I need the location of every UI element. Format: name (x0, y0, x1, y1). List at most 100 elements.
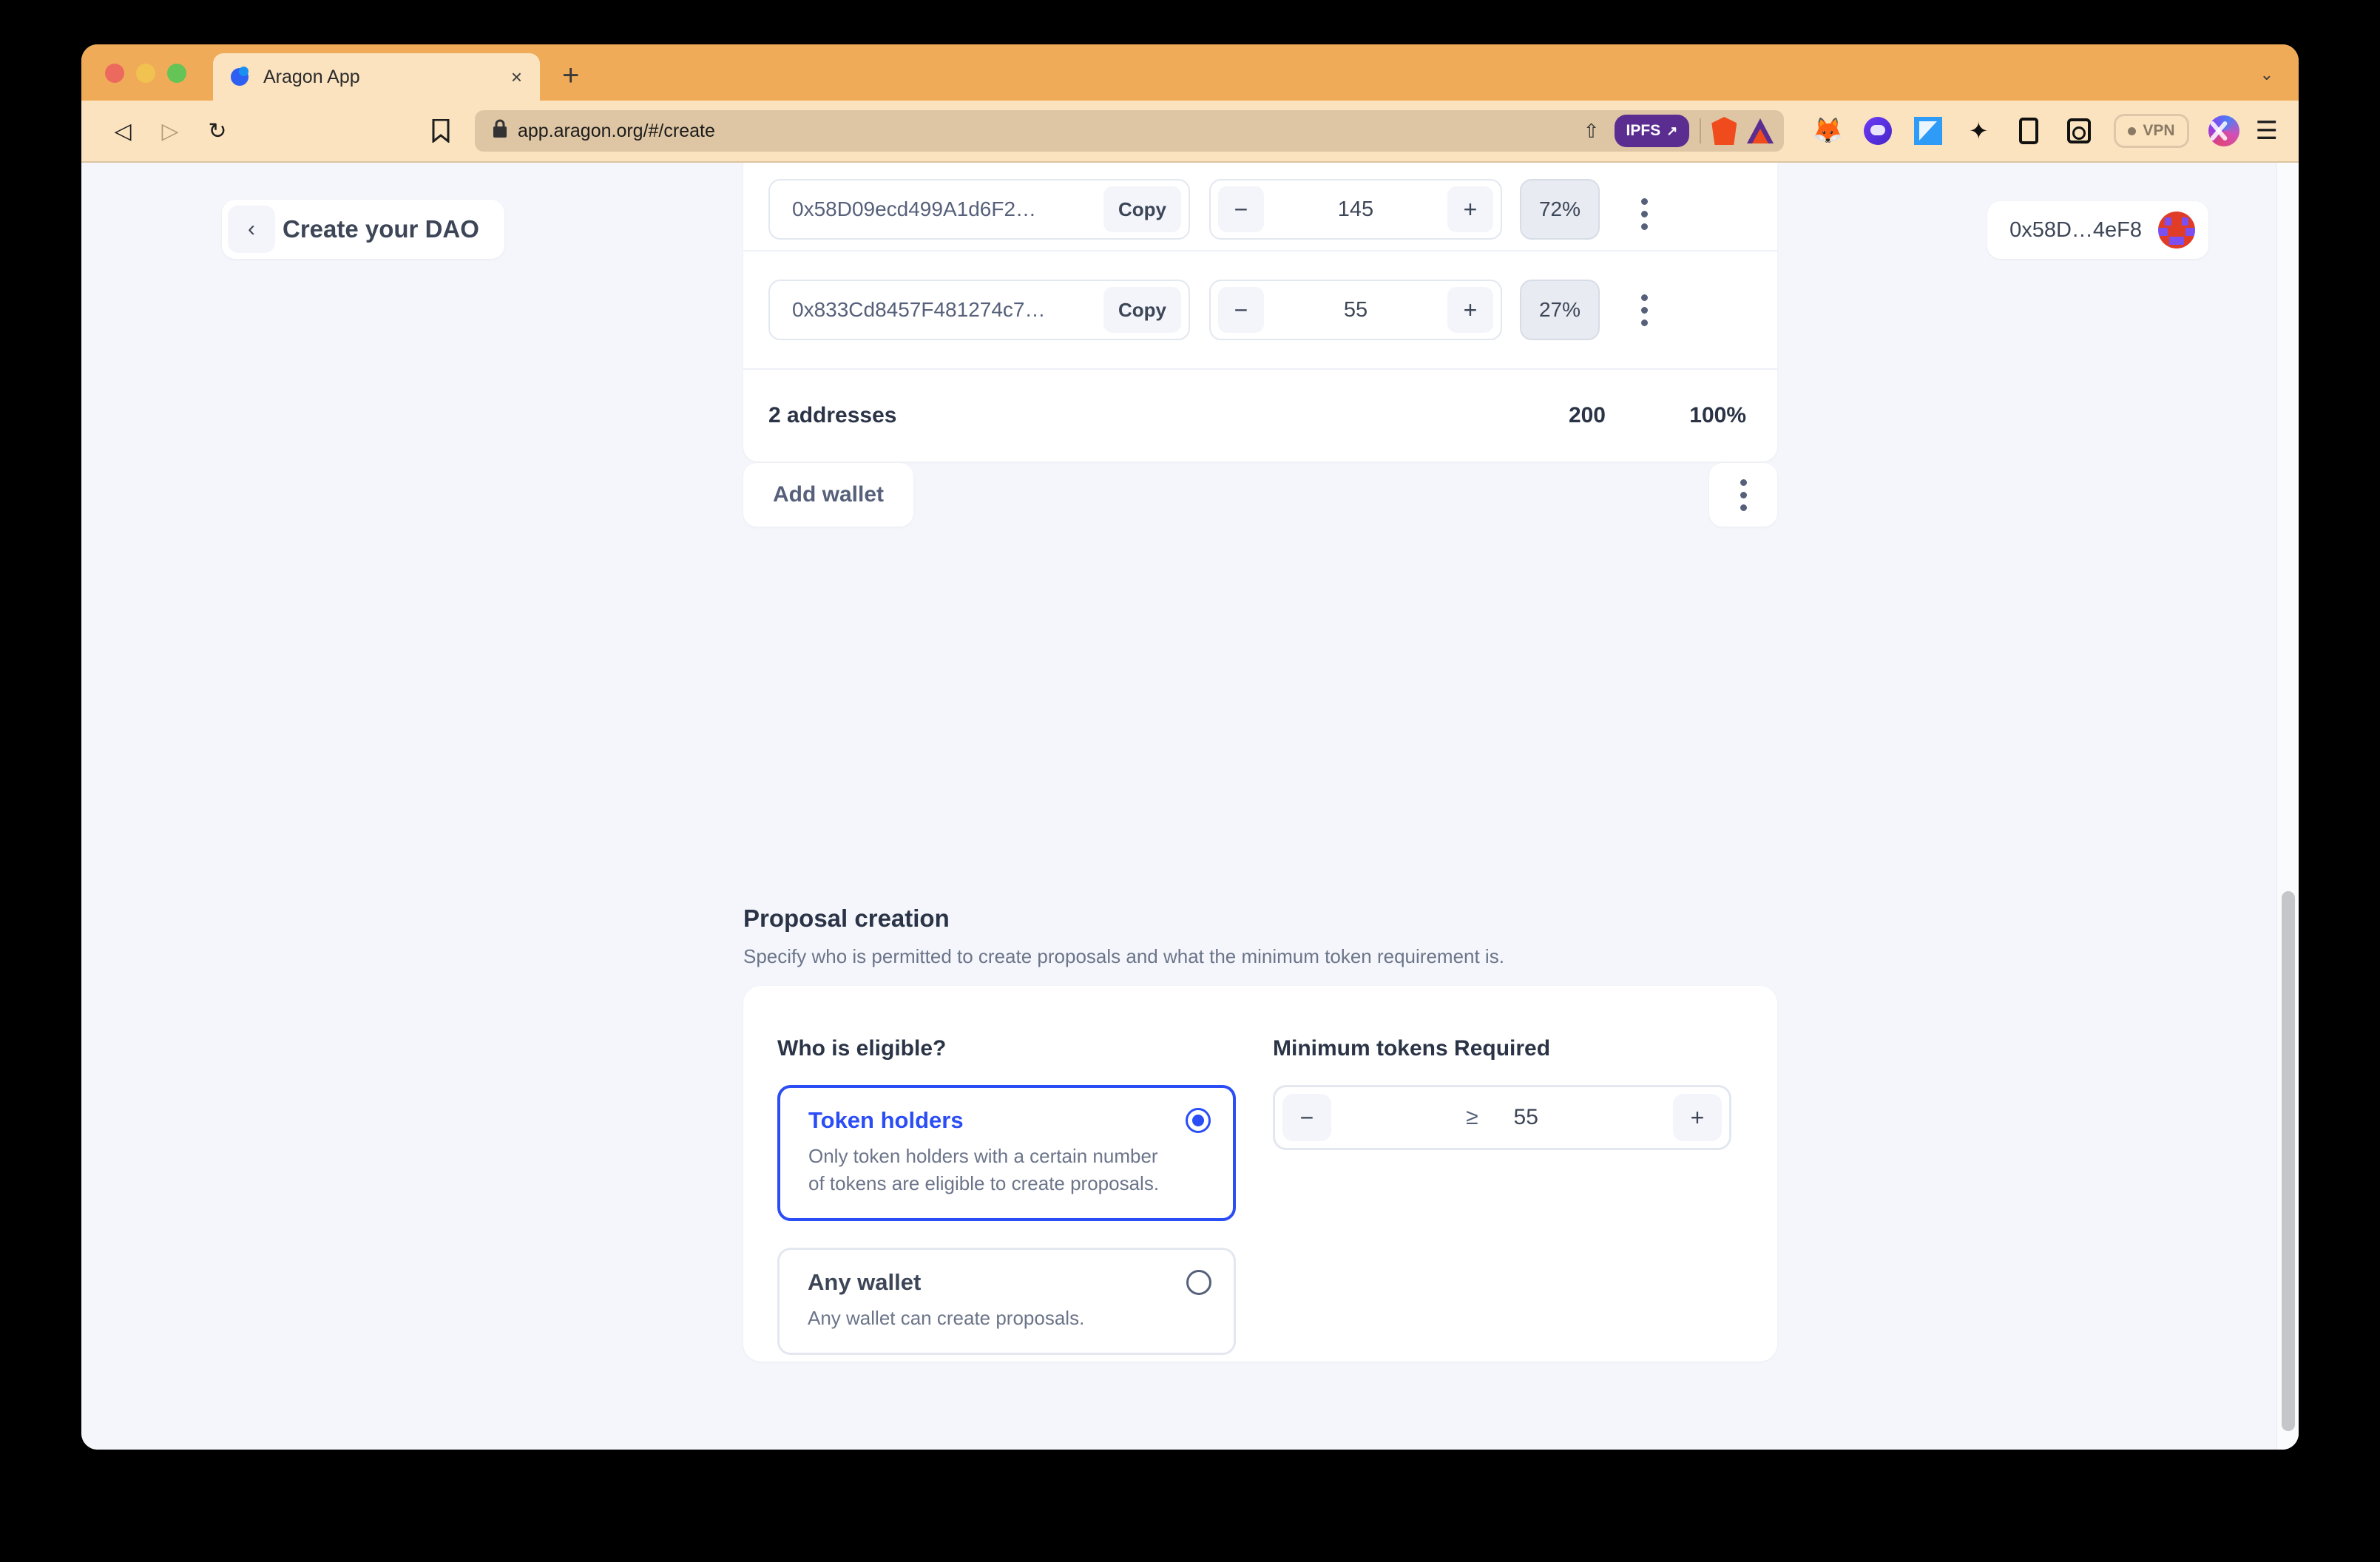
brave-shield-icon[interactable] (1711, 117, 1737, 145)
row-menu-icon[interactable] (1631, 284, 1657, 336)
minimum-tokens-value-group[interactable]: ≥ 55 (1331, 1105, 1673, 1130)
wallet-address-text: 0x58D09ecd499A1d6F2… (792, 197, 1037, 220)
close-window-button[interactable] (105, 64, 124, 83)
radio-selected-icon[interactable] (1186, 1108, 1211, 1133)
vpn-button[interactable]: VPN (2114, 114, 2189, 148)
token-percent-value: 72% (1520, 179, 1600, 240)
proposal-creation-subtitle: Specify who is permitted to create propo… (743, 945, 1504, 967)
token-amount-stepper: − 145 + (1209, 179, 1502, 240)
minimum-tokens-stepper: − ≥ 55 + (1273, 1085, 1731, 1150)
divider (1700, 118, 1702, 143)
address-bar[interactable]: app.aragon.org/#/create ⇧ IPFS ↗ (475, 110, 1785, 152)
page-viewport: ‹ Create your DAO 0x58D…4eF8 0x58D09ecd4… (81, 163, 2299, 1450)
token-amount-value[interactable]: 55 (1264, 298, 1447, 322)
greater-equal-icon: ≥ (1466, 1105, 1478, 1129)
wallet-address-field[interactable]: 0x58D09ecd499A1d6F2… Copy (768, 179, 1190, 240)
minimum-tokens-label: Minimum tokens Required (1273, 1036, 1551, 1061)
wallet-list-menu-icon[interactable] (1709, 463, 1777, 527)
lock-icon (493, 119, 507, 143)
browser-tabstrip: Aragon App × + ⌄ (81, 44, 2299, 101)
external-link-icon: ↗ (1666, 123, 1678, 138)
minimum-tokens-column: Minimum tokens Required − ≥ 55 + (1273, 1036, 1731, 1362)
add-wallet-row: Add wallet (743, 463, 1777, 527)
ipfs-label: IPFS (1626, 122, 1661, 139)
share-icon[interactable]: ⇧ (1579, 120, 1604, 143)
navigation-buttons: ◁ ▷ ↻ (102, 110, 238, 152)
option-any-wallet[interactable]: Any wallet Any wallet can create proposa… (777, 1247, 1236, 1355)
new-tab-button[interactable]: + (562, 61, 579, 90)
eligibility-column: Who is eligible? Token holders Only toke… (777, 1036, 1236, 1362)
decrement-button[interactable]: − (1282, 1094, 1331, 1141)
back-icon[interactable]: ◁ (102, 110, 143, 152)
reload-icon[interactable]: ↻ (197, 110, 238, 152)
table-row: 0x833Cd8457F481274c7… Copy − 55 + 27% (743, 250, 1777, 368)
page-scrollbar[interactable] (2276, 163, 2299, 1450)
browser-window: Aragon App × + ⌄ ◁ ▷ ↻ app.aragon.org/#/… (81, 44, 2299, 1450)
eligibility-label: Who is eligible? (777, 1036, 947, 1061)
option-header: Any wallet (808, 1269, 1211, 1296)
page-title: Create your DAO (283, 215, 479, 243)
token-percent-value: 27% (1520, 280, 1600, 340)
increment-button[interactable]: + (1447, 287, 1493, 333)
row-menu-icon[interactable] (1631, 188, 1657, 240)
sidepanel-icon[interactable] (2013, 115, 2044, 146)
radio-unselected-icon[interactable] (1186, 1269, 1211, 1295)
increment-button[interactable]: + (1673, 1094, 1722, 1141)
option-header: Token holders (808, 1107, 1211, 1134)
scrollbar-thumb[interactable] (2282, 891, 2295, 1431)
window-traffic-lights (105, 64, 186, 83)
metamask-icon[interactable]: 🦊 (1812, 115, 1843, 146)
extensions-puzzle-icon[interactable]: ✦ (1963, 115, 1994, 146)
wallet-card-icon[interactable] (2063, 115, 2095, 146)
ipfs-badge[interactable]: IPFS ↗ (1614, 115, 1690, 147)
browser-menu-icon[interactable]: ☰ (2256, 118, 2278, 143)
increment-button[interactable]: + (1447, 186, 1493, 232)
aragon-extension-icon[interactable] (1747, 118, 1774, 143)
wallet-address-field[interactable]: 0x833Cd8457F481274c7… Copy (768, 280, 1190, 340)
token-amount-stepper: − 55 + (1209, 280, 1502, 340)
vpn-label: VPN (2143, 122, 2175, 139)
decrement-button[interactable]: − (1218, 287, 1264, 333)
option-title: Token holders (808, 1107, 964, 1133)
forward-icon[interactable]: ▷ (149, 110, 191, 152)
option-token-holders[interactable]: Token holders Only token holders with a … (777, 1085, 1236, 1221)
page-header: ‹ Create your DAO (222, 200, 504, 259)
add-wallet-button[interactable]: Add wallet (743, 463, 914, 527)
close-tab-icon[interactable]: × (505, 64, 528, 89)
browser-toolbar: ◁ ▷ ↻ app.aragon.org/#/create ⇧ IPFS ↗ 🦊… (81, 101, 2299, 163)
tab-title: Aragon App (263, 66, 360, 87)
blue-app-icon[interactable] (1913, 115, 1944, 146)
vpn-status-dot (2128, 126, 2137, 135)
copy-address-button[interactable]: Copy (1103, 186, 1181, 232)
extension-icons: 🦊 ✦ VPN (1812, 114, 2239, 148)
url-text: app.aragon.org/#/create (518, 120, 715, 141)
aragon-logo-icon (229, 66, 251, 88)
browser-tab[interactable]: Aragon App × (213, 53, 540, 101)
profile-avatar[interactable] (2208, 115, 2239, 146)
address-bar-actions: ⇧ IPFS ↗ (1579, 115, 1774, 147)
decrement-button[interactable]: − (1218, 186, 1264, 232)
table-row: 0x58D09ecd499A1d6F2… Copy − 145 + 72% (743, 163, 1777, 250)
summary-total-tokens: 200 (1568, 403, 1606, 427)
chevron-down-icon[interactable]: ⌄ (2260, 65, 2273, 84)
ghost-wallet-icon[interactable] (1862, 115, 1893, 146)
option-title: Any wallet (808, 1268, 922, 1295)
option-description: Only token holders with a certain number… (808, 1145, 1160, 1194)
wallet-address-text: 0x833Cd8457F481274c7… (792, 298, 1046, 321)
minimize-window-button[interactable] (136, 64, 155, 83)
summary-address-count: 2 addresses (768, 403, 897, 427)
proposal-creation-title: Proposal creation (743, 905, 950, 932)
summary-total-percent: 100% (1689, 403, 1746, 427)
wallet-summary-row: 2 addresses 200 100% (743, 368, 1777, 462)
proposal-creation-card: Who is eligible? Token holders Only toke… (743, 986, 1777, 1362)
connected-wallet-button[interactable]: 0x58D…4eF8 (1987, 201, 2208, 259)
maximize-window-button[interactable] (167, 64, 186, 83)
minimum-tokens-value: 55 (1513, 1105, 1538, 1129)
option-description: Any wallet can create proposals. (808, 1306, 1085, 1329)
copy-address-button[interactable]: Copy (1103, 287, 1181, 333)
bookmark-icon[interactable] (423, 113, 459, 149)
wallet-address-label: 0x58D…4eF8 (2009, 217, 2142, 242)
page-back-button[interactable]: ‹ (228, 206, 275, 253)
wallet-distribution-card: 0x58D09ecd499A1d6F2… Copy − 145 + 72% 0x… (743, 163, 1777, 462)
token-amount-value[interactable]: 145 (1264, 197, 1447, 222)
